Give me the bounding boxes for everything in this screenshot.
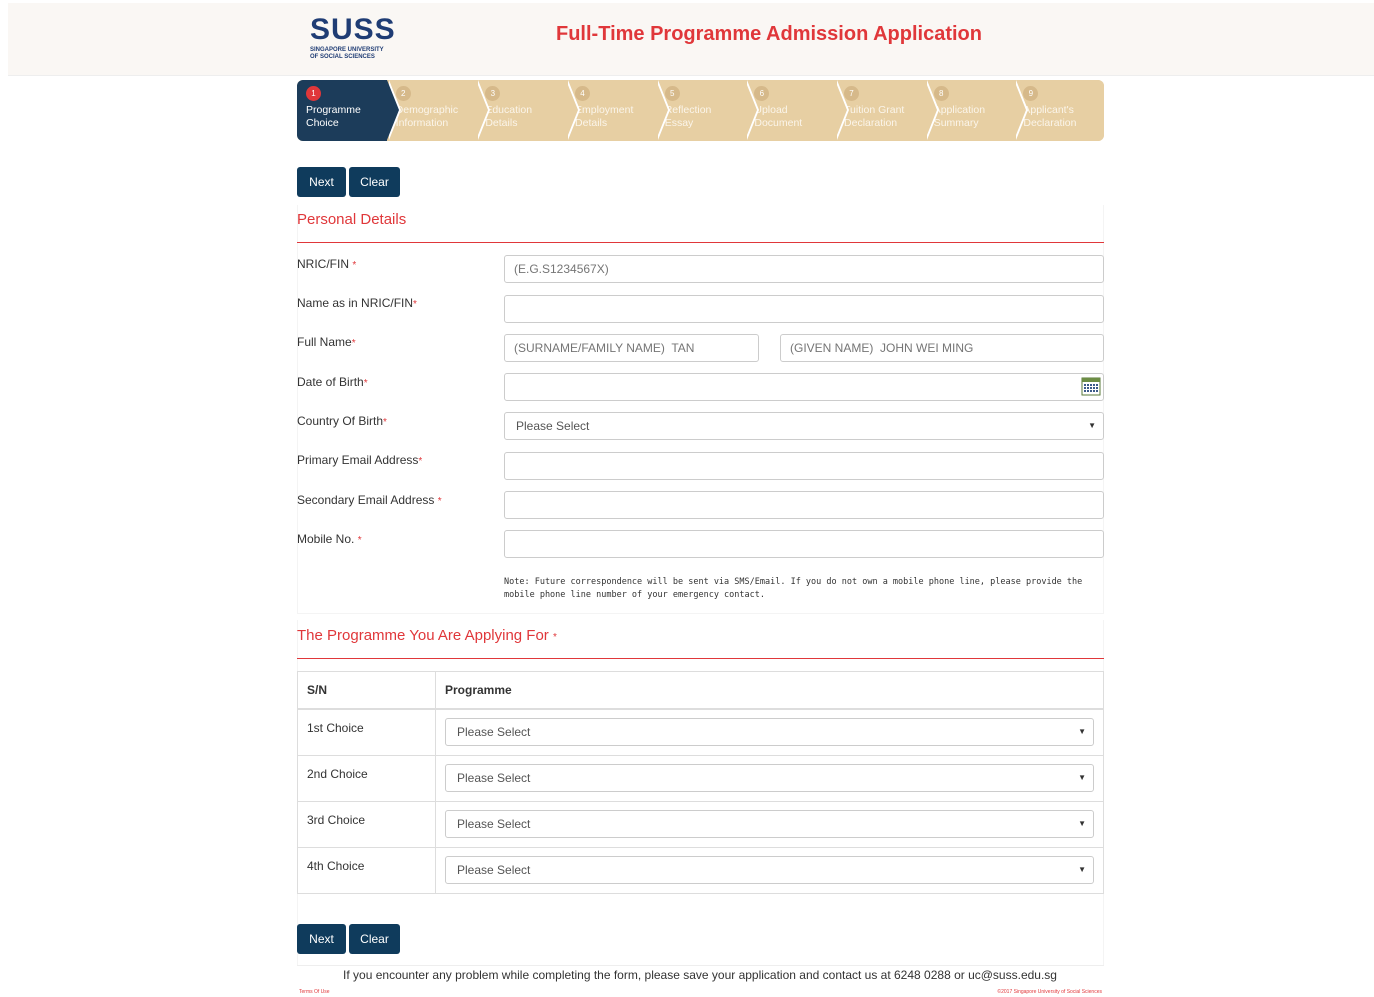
- required-mark: *: [383, 417, 387, 428]
- nric-input[interactable]: [504, 255, 1104, 283]
- required-mark: *: [357, 535, 362, 546]
- choice-label: 2nd Choice: [297, 754, 436, 802]
- dob-input[interactable]: [504, 373, 1104, 401]
- programme-select-2[interactable]: Please Select ▼: [445, 763, 1094, 792]
- column-header-sn: S/N: [297, 671, 436, 710]
- logo-wordmark: SUSS: [310, 13, 396, 46]
- required-mark: *: [352, 260, 357, 271]
- email1-label-text: Primary Email Address: [297, 453, 419, 467]
- column-header-programme: Programme: [435, 671, 1104, 710]
- table-header-row: S/N Programme: [297, 671, 1104, 710]
- step-programme-choice[interactable]: 1 Programme Choice: [297, 80, 401, 141]
- chevron-down-icon: ▼: [1078, 864, 1086, 874]
- step-label: Tuition Grant Declaration: [844, 104, 905, 129]
- dob-label-text: Date of Birth: [297, 375, 364, 389]
- nric-label: NRIC/FIN *: [297, 257, 356, 271]
- select-value: Please Select: [457, 816, 531, 831]
- name-label: Name as in NRIC/FIN*: [297, 296, 417, 310]
- required-mark: *: [418, 456, 423, 467]
- country-label-text: Country Of Birth: [297, 414, 384, 428]
- required-mark: *: [351, 338, 356, 349]
- name-input[interactable]: [504, 295, 1104, 323]
- calendar-icon[interactable]: [1081, 376, 1101, 396]
- page-title: Full-Time Programme Admission Applicatio…: [556, 23, 982, 45]
- logo-subtitle-1: SINGAPORE UNIVERSITY: [310, 47, 384, 53]
- step-number: 1: [306, 86, 321, 101]
- dob-label: Date of Birth*: [297, 375, 368, 389]
- select-value: Please Select: [457, 770, 531, 785]
- mobile-label: Mobile No. *: [297, 532, 362, 546]
- clear-button-bottom[interactable]: Clear: [349, 924, 400, 954]
- page-header: SUSS SINGAPORE UNIVERSITY OF SOCIAL SCIE…: [8, 3, 1374, 76]
- email2-label-text: Secondary Email Address: [297, 493, 435, 507]
- programme-section-title: The Programme You Are Applying For *: [297, 627, 557, 644]
- copyright-text: ©2017 Singapore University of Social Sci…: [997, 989, 1102, 995]
- personal-details-title: Personal Details: [297, 211, 407, 228]
- email2-label: Secondary Email Address *: [297, 493, 442, 507]
- step-label: Reflection Essay: [664, 104, 712, 129]
- choice-label: 1st Choice: [297, 708, 436, 756]
- country-select-value: Please Select: [516, 419, 590, 433]
- chevron-down-icon: ▼: [1078, 727, 1086, 736]
- logo-subtitle-2: OF SOCIAL SCIENCES: [310, 54, 375, 60]
- mobile-note: Note: Future correspondence will be sent…: [504, 577, 1083, 600]
- chevron-down-icon: ▼: [1088, 421, 1096, 430]
- required-mark: *: [413, 299, 417, 310]
- select-value: Please Select: [457, 862, 531, 877]
- table-row: 4th Choice Please Select ▼: [297, 846, 1104, 894]
- step-label: Upload Document: [754, 104, 803, 129]
- programme-cell: Please Select ▼: [435, 800, 1104, 848]
- programme-table: S/N Programme 1st Choice Please Select ▼…: [297, 671, 1104, 894]
- chevron-down-icon: ▼: [1078, 772, 1086, 782]
- help-text: If you encounter any problem while compl…: [343, 968, 1057, 982]
- step-label: Application Summary: [933, 104, 986, 129]
- suss-logo: SUSS SINGAPORE UNIVERSITY OF SOCIAL SCIE…: [310, 15, 400, 63]
- required-mark: *: [363, 378, 368, 389]
- step-label: Education Details: [485, 104, 533, 129]
- next-button-bottom[interactable]: Next: [297, 924, 346, 954]
- programme-cell: Please Select ▼: [435, 754, 1104, 802]
- next-button-top[interactable]: Next: [297, 167, 346, 197]
- secondary-email-input[interactable]: [504, 491, 1104, 519]
- surname-input[interactable]: [504, 334, 759, 362]
- country-select[interactable]: Please Select ▼: [504, 412, 1104, 440]
- table-row: 1st Choice Please Select ▼: [297, 708, 1104, 756]
- mobile-input[interactable]: [504, 530, 1104, 558]
- select-value: Please Select: [457, 725, 531, 739]
- fullname-label-text: Full Name: [297, 335, 352, 349]
- clear-button-top[interactable]: Clear: [349, 167, 400, 197]
- progress-steps: 1 Programme Choice 2 Demographic Informa…: [297, 80, 1104, 141]
- section-divider: [297, 242, 1104, 243]
- step-label: Applicant's Declaration: [1023, 104, 1077, 129]
- programme-cell: Please Select ▼: [435, 708, 1104, 756]
- chevron-down-icon: ▼: [1078, 818, 1086, 828]
- choice-label: 4th Choice: [297, 846, 436, 894]
- dob-field: [504, 373, 1104, 401]
- programme-section-title-text: The Programme You Are Applying For: [297, 627, 549, 644]
- country-label: Country Of Birth*: [297, 414, 387, 428]
- name-label-text: Name as in NRIC/FIN: [297, 296, 414, 310]
- programme-select-1[interactable]: Please Select ▼: [445, 718, 1094, 746]
- table-row: 2nd Choice Please Select ▼: [297, 754, 1104, 802]
- terms-of-use-link[interactable]: Terms Of Use: [299, 989, 330, 995]
- section-divider: [297, 658, 1104, 659]
- nric-label-text: NRIC/FIN: [297, 257, 349, 271]
- programme-select-3[interactable]: Please Select ▼: [445, 809, 1094, 838]
- mobile-label-text: Mobile No.: [297, 532, 355, 546]
- required-mark: *: [437, 496, 442, 507]
- primary-email-input[interactable]: [504, 452, 1104, 480]
- programme-cell: Please Select ▼: [435, 846, 1104, 894]
- step-label: Demographic Information: [395, 104, 459, 129]
- choice-label: 3rd Choice: [297, 800, 436, 848]
- fullname-label: Full Name*: [297, 335, 356, 349]
- table-row: 3rd Choice Please Select ▼: [297, 800, 1104, 848]
- given-name-input[interactable]: [780, 334, 1104, 362]
- email1-label: Primary Email Address*: [297, 453, 422, 467]
- programme-select-4[interactable]: Please Select ▼: [445, 855, 1094, 884]
- step-label: Employment Details: [575, 104, 634, 129]
- step-label: Programme Choice: [306, 104, 361, 129]
- required-mark: *: [552, 632, 557, 643]
- footer-divider: [297, 965, 1104, 966]
